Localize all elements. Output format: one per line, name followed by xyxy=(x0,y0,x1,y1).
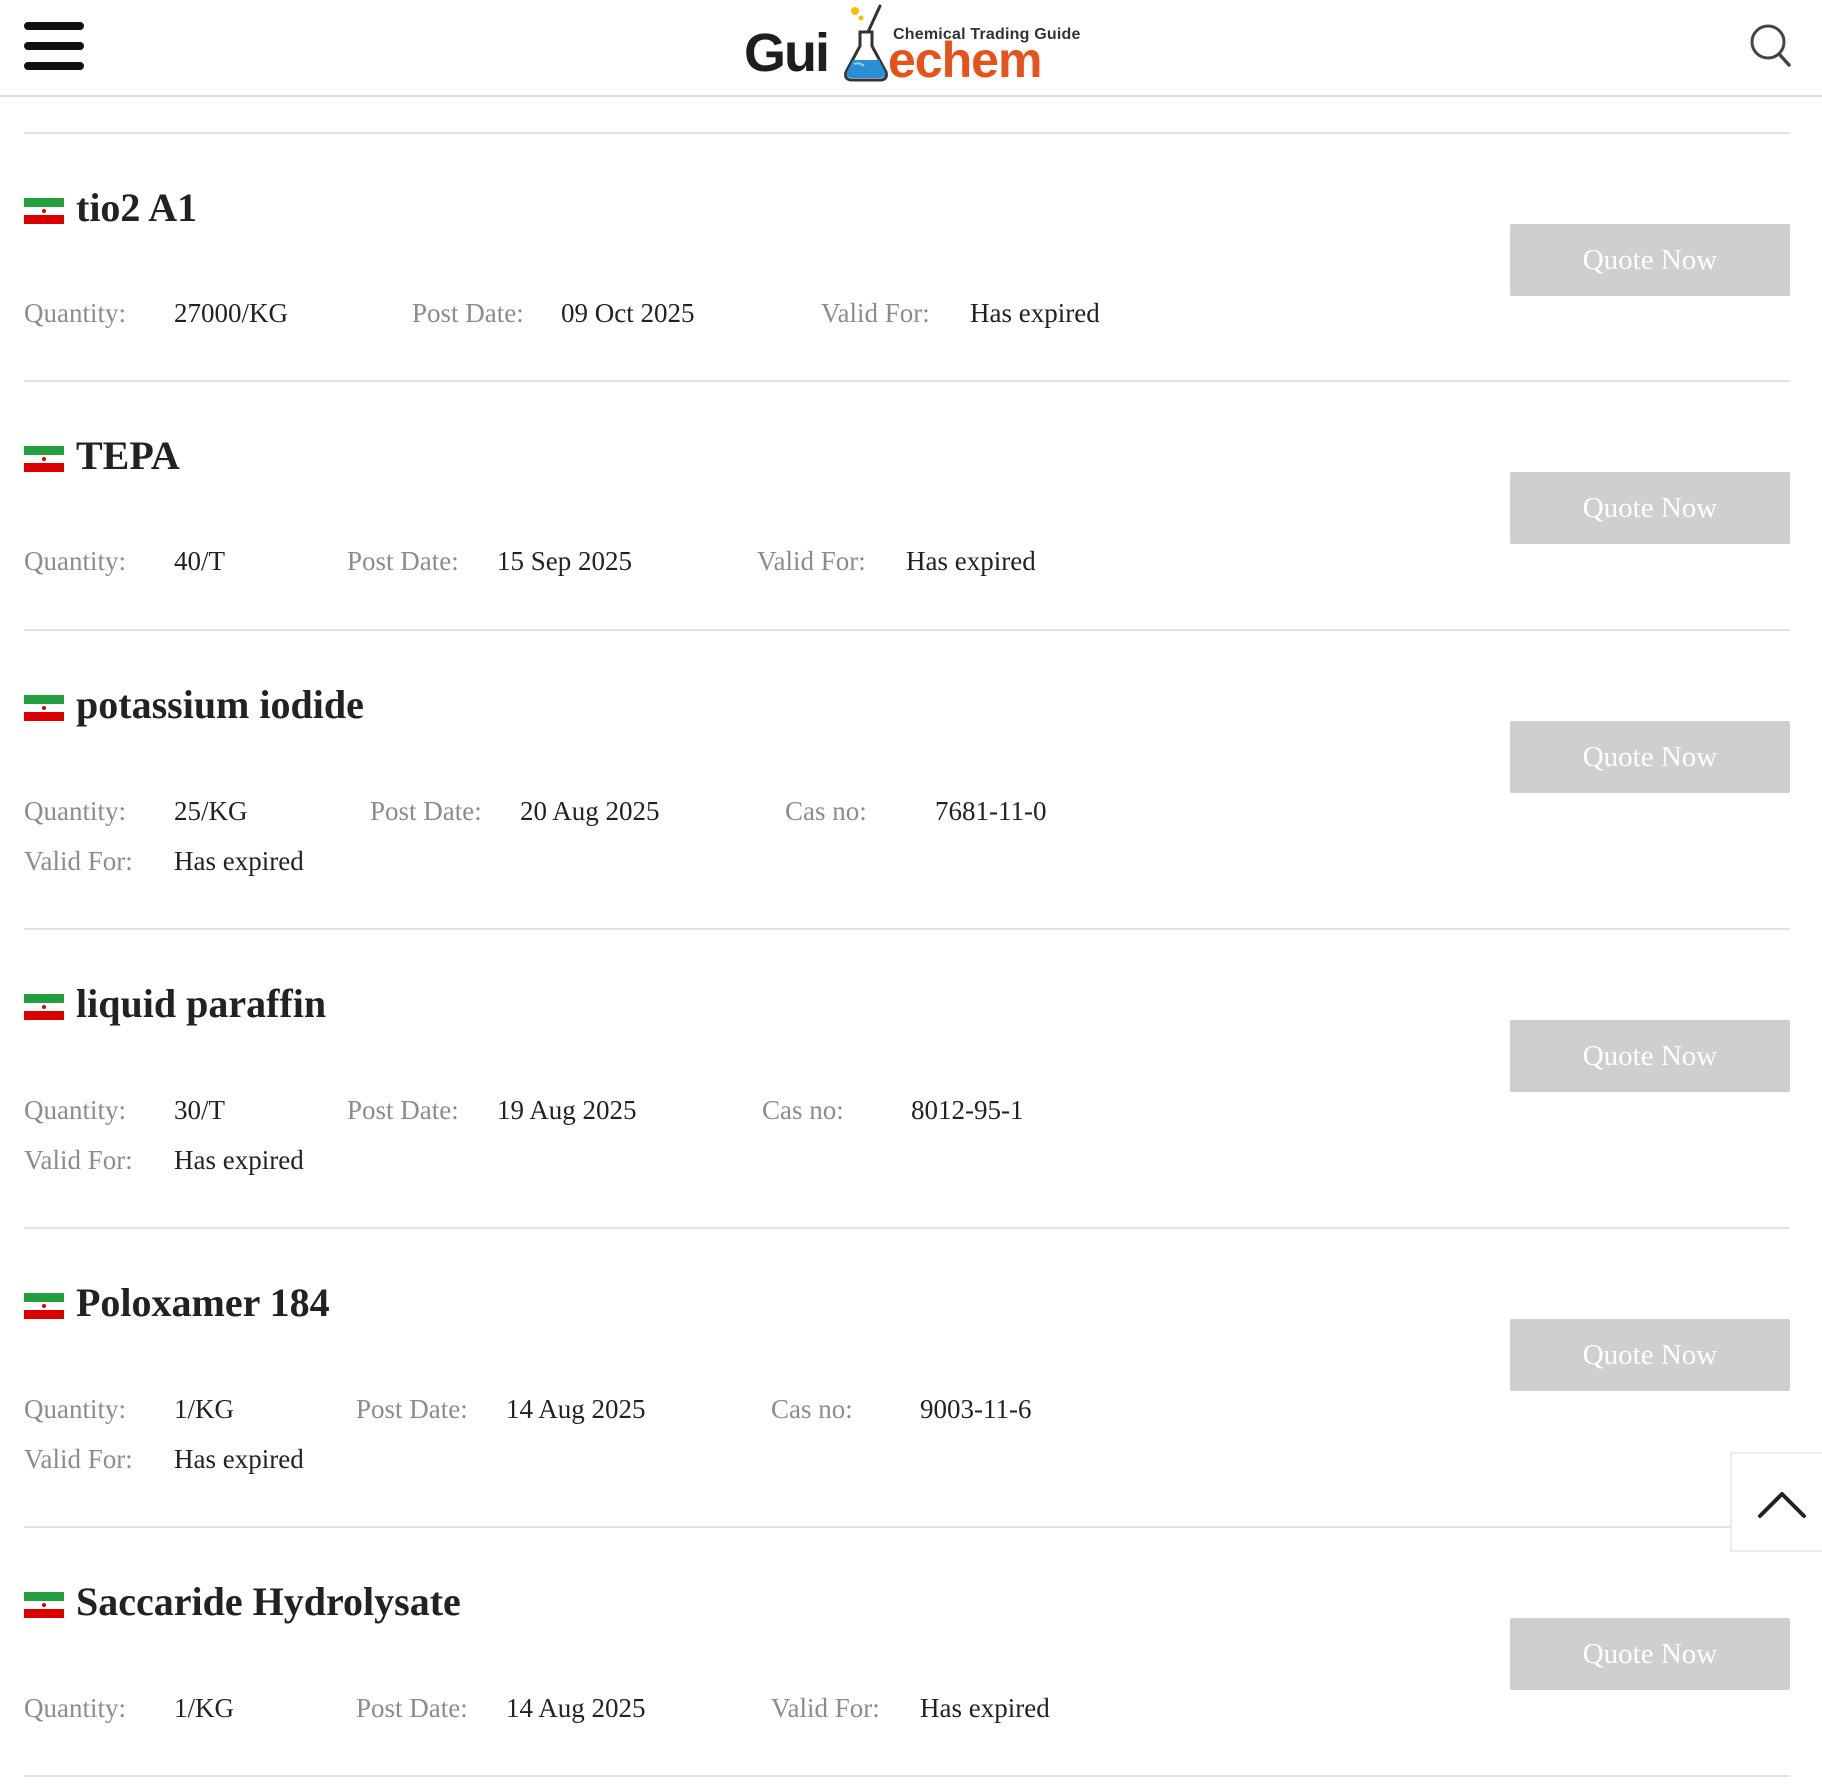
post-date-label: Post Date: xyxy=(356,1394,468,1424)
cas-no-label: Cas no: xyxy=(771,1394,853,1424)
post-date-value: 14 Aug 2025 xyxy=(506,1394,646,1424)
item-title[interactable]: tio2 A1 xyxy=(76,188,197,228)
cas-no-value: 7681-11-0 xyxy=(935,796,1047,826)
search-icon[interactable] xyxy=(1748,22,1792,70)
quantity-value: 30/T xyxy=(174,1095,225,1125)
hamburger-menu-icon[interactable] xyxy=(24,20,84,72)
iran-flag-icon xyxy=(24,1592,64,1618)
post-date-value: 19 Aug 2025 xyxy=(497,1095,637,1125)
iran-flag-icon xyxy=(24,1293,64,1319)
quantity-value: 40/T xyxy=(174,546,225,576)
valid-for-label: Valid For: xyxy=(24,846,133,876)
item-details-row: Valid For: Has expired xyxy=(24,846,624,878)
quote-now-button[interactable]: Quote Now xyxy=(1510,1618,1790,1690)
quantity-value: 1/KG xyxy=(174,1394,234,1424)
iran-flag-icon xyxy=(24,994,64,1020)
valid-for-value: Has expired xyxy=(174,846,304,876)
valid-for-value: Has expired xyxy=(906,546,1036,576)
quantity-label: Quantity: xyxy=(24,1394,126,1424)
valid-for-value: Has expired xyxy=(174,1444,304,1474)
quote-now-button[interactable]: Quote Now xyxy=(1510,1020,1790,1092)
cas-no-value: 8012-95-1 xyxy=(911,1095,1024,1125)
item-details-row: Quantity: 27000/KG Post Date: 09 Oct 202… xyxy=(24,298,1224,330)
valid-for-value: Has expired xyxy=(920,1693,1050,1723)
quantity-label: Quantity: xyxy=(24,546,126,576)
chevron-up-icon xyxy=(1758,1492,1806,1518)
guidechem-logo[interactable]: Gui Chemical Trading Guide echem xyxy=(744,2,1080,90)
list-item: potassium iodide Quote Now Quantity: 25/… xyxy=(24,631,1790,930)
post-date-value: 14 Aug 2025 xyxy=(506,1693,646,1723)
quote-now-button[interactable]: Quote Now xyxy=(1510,472,1790,544)
list-item: Saccaride Hydrolysate Quote Now Quantity… xyxy=(24,1528,1790,1777)
item-details-row: Quantity: 40/T Post Date: 15 Sep 2025 Va… xyxy=(24,546,1224,578)
list-item: tio2 A1 Quote Now Quantity: 27000/KG Pos… xyxy=(24,134,1790,382)
valid-for-label: Valid For: xyxy=(24,1444,133,1474)
logo-word-right: echem xyxy=(888,32,1042,88)
iran-flag-icon xyxy=(24,446,64,472)
quantity-label: Quantity: xyxy=(24,298,126,328)
post-date-label: Post Date: xyxy=(412,298,524,328)
quantity-label: Quantity: xyxy=(24,796,126,826)
post-date-value: 09 Oct 2025 xyxy=(561,298,695,328)
quote-now-button[interactable]: Quote Now xyxy=(1510,721,1790,793)
valid-for-label: Valid For: xyxy=(757,546,866,576)
item-title[interactable]: Saccaride Hydrolysate xyxy=(76,1582,461,1622)
item-details-row: Valid For: Has expired xyxy=(24,1145,624,1177)
iran-flag-icon xyxy=(24,695,64,721)
valid-for-label: Valid For: xyxy=(821,298,930,328)
flask-icon xyxy=(844,4,888,82)
cas-no-label: Cas no: xyxy=(785,796,867,826)
item-title[interactable]: Poloxamer 184 xyxy=(76,1283,330,1323)
post-date-label: Post Date: xyxy=(347,1095,459,1125)
item-details-row: Valid For: Has expired xyxy=(24,1444,624,1476)
quantity-value: 25/KG xyxy=(174,796,248,826)
valid-for-label: Valid For: xyxy=(24,1145,133,1175)
item-details-row: Quantity: 25/KG Post Date: 20 Aug 2025 C… xyxy=(24,796,1224,828)
list-item: TEPA Quote Now Quantity: 40/T Post Date:… xyxy=(24,382,1790,631)
iran-flag-icon xyxy=(24,198,64,224)
quantity-label: Quantity: xyxy=(24,1693,126,1723)
valid-for-value: Has expired xyxy=(970,298,1100,328)
list-item: liquid paraffin Quote Now Quantity: 30/T… xyxy=(24,930,1790,1229)
quote-now-button[interactable]: Quote Now xyxy=(1510,224,1790,296)
post-date-label: Post Date: xyxy=(347,546,459,576)
item-title[interactable]: liquid paraffin xyxy=(76,984,326,1024)
item-title[interactable]: TEPA xyxy=(76,436,180,476)
post-date-value: 20 Aug 2025 xyxy=(520,796,660,826)
quantity-label: Quantity: xyxy=(24,1095,126,1125)
valid-for-label: Valid For: xyxy=(771,1693,880,1723)
item-title[interactable]: potassium iodide xyxy=(76,685,364,725)
item-details-row: Quantity: 1/KG Post Date: 14 Aug 2025 Ca… xyxy=(24,1394,1224,1426)
cas-no-label: Cas no: xyxy=(762,1095,844,1125)
top-header: Gui Chemical Trading Guide echem xyxy=(0,0,1822,97)
quote-now-button[interactable]: Quote Now xyxy=(1510,1319,1790,1391)
list-item: Poloxamer 184 Quote Now Quantity: 1/KG P… xyxy=(24,1229,1790,1528)
quantity-value: 1/KG xyxy=(174,1693,234,1723)
back-to-top-button[interactable] xyxy=(1730,1452,1822,1552)
post-date-value: 15 Sep 2025 xyxy=(497,546,632,576)
logo-word-left: Gui xyxy=(744,23,830,83)
item-details-row: Quantity: 30/T Post Date: 19 Aug 2025 Ca… xyxy=(24,1095,1224,1127)
cas-no-value: 9003-11-6 xyxy=(920,1394,1032,1424)
item-details-row: Quantity: 1/KG Post Date: 14 Aug 2025 Va… xyxy=(24,1693,1224,1725)
post-date-label: Post Date: xyxy=(370,796,482,826)
valid-for-value: Has expired xyxy=(174,1145,304,1175)
quantity-value: 27000/KG xyxy=(174,298,288,328)
post-date-label: Post Date: xyxy=(356,1693,468,1723)
